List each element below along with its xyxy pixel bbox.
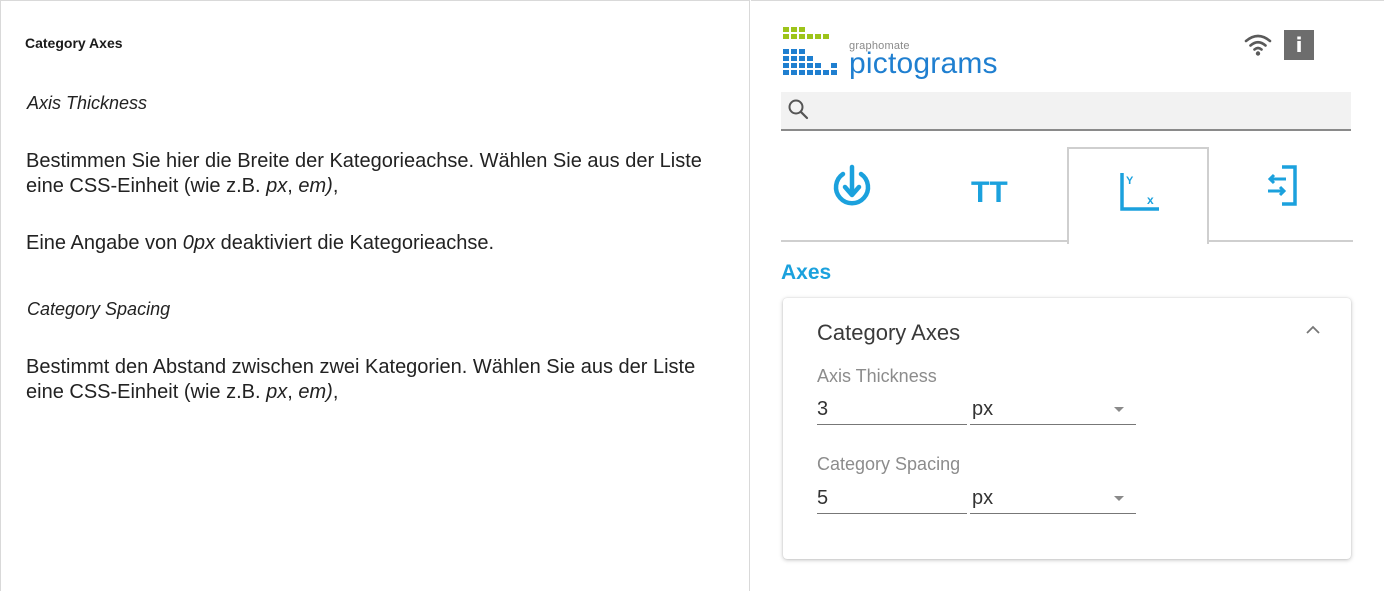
doc-paragraph-category-spacing: Bestimmt den Abstand zwischen zwei Kateg…: [26, 355, 726, 405]
doc-subheading-category-spacing: Category Spacing: [27, 299, 171, 319]
axis-thickness-input[interactable]: 3: [817, 396, 967, 425]
doc-emphasis: 0px: [182, 232, 216, 254]
logo-mark-icon: [783, 27, 837, 75]
doc-text: ,: [332, 175, 339, 197]
doc-text: Eine Angabe von: [26, 232, 183, 254]
doc-text: ,: [287, 175, 299, 197]
tab-axes[interactable]: Y x: [1067, 147, 1209, 244]
axis-thickness-unit-select[interactable]: px: [970, 396, 1136, 425]
doc-emphasis: px: [266, 381, 288, 403]
search-input[interactable]: [815, 96, 1339, 126]
dropdown-caret-icon: [1114, 407, 1124, 412]
category-axes-card: Category Axes Axis Thickness 3 px Catego…: [783, 298, 1351, 559]
doc-text: ,: [332, 381, 339, 403]
axes-icon: Y x: [1120, 173, 1159, 211]
doc-text: ,: [287, 381, 299, 403]
tab-export[interactable]: [1210, 147, 1352, 241]
tab-data[interactable]: [781, 147, 923, 241]
doc-emphasis: em): [298, 381, 333, 403]
category-spacing-unit-value: px: [972, 487, 994, 509]
doc-text: Bestimmt den Abstand zwischen zwei Kateg…: [26, 356, 696, 403]
doc-emphasis: px: [266, 175, 288, 197]
axis-thickness-label: Axis Thickness: [817, 366, 937, 386]
doc-emphasis: em): [298, 175, 333, 197]
wifi-icon[interactable]: [1243, 31, 1273, 57]
category-spacing-unit-select[interactable]: px: [970, 485, 1136, 514]
category-spacing-value: 5: [817, 487, 829, 509]
export-icon: [1267, 165, 1297, 206]
info-icon[interactable]: i: [1284, 30, 1314, 60]
search-icon: [788, 99, 809, 120]
card-title: Category Axes: [817, 320, 961, 345]
doc-heading: Category Axes: [25, 35, 123, 51]
category-spacing-input[interactable]: 5: [817, 485, 967, 514]
doc-text: deaktiviert die Kategorieachse.: [215, 232, 495, 254]
doc-paragraph-zero-px: Eine Angabe von 0px deaktiviert die Kate…: [26, 231, 726, 256]
chevron-up-icon[interactable]: [1303, 322, 1323, 338]
documentation-panel: Category Axes Axis Thickness Bestimmen S…: [0, 0, 750, 591]
doc-text: Bestimmen Sie hier die Breite der Katego…: [26, 150, 702, 197]
axis-thickness-value: 3: [817, 398, 829, 420]
axis-y-label: Y: [1126, 175, 1134, 187]
tab-bar: TT Y x: [781, 147, 1353, 244]
pictograms-logo: graphomate pictograms: [781, 27, 1041, 91]
doc-paragraph-axis-thickness: Bestimmen Sie hier die Breite der Katego…: [26, 149, 726, 199]
tab-text[interactable]: TT: [924, 147, 1066, 241]
screenshot-panel: graphomate pictograms i TT Y x Axes Cate…: [751, 0, 1384, 591]
search-bar: [781, 92, 1351, 131]
logo-brand-name: pictograms: [849, 47, 998, 80]
axis-x-label: x: [1147, 193, 1154, 207]
data-refresh-icon: [833, 164, 871, 206]
section-title: Axes: [781, 261, 832, 284]
text-format-icon: TT: [971, 176, 1008, 209]
doc-subheading-axis-thickness: Axis Thickness: [27, 93, 148, 113]
category-spacing-label: Category Spacing: [817, 454, 961, 474]
tab-text-label: TT: [971, 176, 1008, 209]
axis-thickness-unit-value: px: [972, 398, 994, 420]
property-sheet: graphomate pictograms i TT Y x Axes Cate…: [781, 1, 1353, 592]
dropdown-caret-icon: [1114, 496, 1124, 501]
